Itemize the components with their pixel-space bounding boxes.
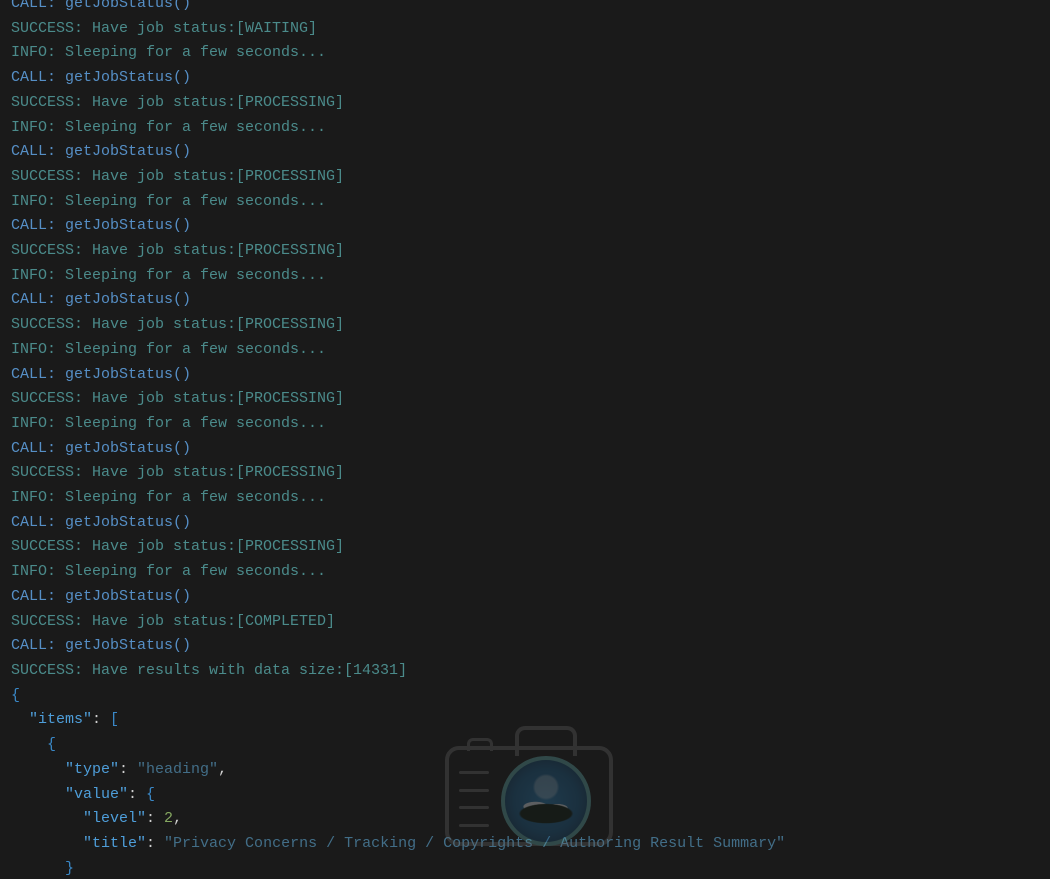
json-line: "type": "heading", [11,758,1050,783]
log-line-success: SUCCESS: Have job status:[PROCESSING] [11,461,1050,486]
json-line: } [11,857,1050,879]
log-line-success: SUCCESS: Have job status:[WAITING] [11,17,1050,42]
log-line-info: INFO: Sleeping for a few seconds... [11,41,1050,66]
json-brace: { [47,736,56,753]
indent [11,736,47,753]
indent [11,761,65,778]
colon: : [146,810,164,827]
log-line-success: SUCCESS: Have job status:[PROCESSING] [11,239,1050,264]
log-line-info: INFO: Sleeping for a few seconds... [11,190,1050,215]
colon: : [92,711,110,728]
log-line-info: INFO: Sleeping for a few seconds... [11,116,1050,141]
colon: : [146,835,164,852]
json-value-level: 2 [164,810,173,827]
indent [11,786,65,803]
json-brace: { [146,786,155,803]
log-line-call: CALL: getJobStatus() [11,214,1050,239]
json-key-type: "type" [65,761,119,778]
json-line: "level": 2, [11,807,1050,832]
log-line-success: SUCCESS: Have job status:[PROCESSING] [11,387,1050,412]
json-value-type: "heading" [137,761,218,778]
json-key-level: "level" [83,810,146,827]
indent [11,860,65,877]
log-line-call: CALL: getJobStatus() [11,0,1050,17]
json-brace: { [11,687,20,704]
log-line-success: SUCCESS: Have job status:[PROCESSING] [11,535,1050,560]
json-line: "value": { [11,783,1050,808]
indent [11,835,83,852]
log-line-success: SUCCESS: Have results with data size:[14… [11,659,1050,684]
log-line-success: SUCCESS: Have job status:[COMPLETED] [11,610,1050,635]
log-line-call: CALL: getJobStatus() [11,288,1050,313]
log-line-success: SUCCESS: Have job status:[PROCESSING] [11,91,1050,116]
log-line-call: CALL: getJobStatus() [11,511,1050,536]
log-line-call: CALL: getJobStatus() [11,585,1050,610]
comma: , [173,810,182,827]
json-key-title: "title" [83,835,146,852]
log-line-info: INFO: Sleeping for a few seconds... [11,412,1050,437]
log-line-success: SUCCESS: Have job status:[PROCESSING] [11,313,1050,338]
json-key-items: "items" [29,711,92,728]
colon: : [119,761,137,778]
json-line: "items": [ [11,708,1050,733]
log-line-call: CALL: getJobStatus() [11,437,1050,462]
log-line-call: CALL: getJobStatus() [11,66,1050,91]
json-brace: } [65,860,74,877]
json-key-value: "value" [65,786,128,803]
comma: , [218,761,227,778]
log-line-call: CALL: getJobStatus() [11,634,1050,659]
log-line-success: SUCCESS: Have job status:[PROCESSING] [11,165,1050,190]
colon: : [128,786,146,803]
log-line-call: CALL: getJobStatus() [11,140,1050,165]
log-line-info: INFO: Sleeping for a few seconds... [11,486,1050,511]
json-line: "title": "Privacy Concerns / Tracking / … [11,832,1050,857]
log-line-call: CALL: getJobStatus() [11,363,1050,388]
log-line-info: INFO: Sleeping for a few seconds... [11,338,1050,363]
indent [11,711,29,728]
json-line: { [11,733,1050,758]
indent [11,810,83,827]
json-bracket: [ [110,711,119,728]
json-value-title: "Privacy Concerns / Tracking / Copyright… [164,835,785,852]
log-line-info: INFO: Sleeping for a few seconds... [11,264,1050,289]
terminal-output[interactable]: CALL: getJobStatus()SUCCESS: Have job st… [11,0,1050,879]
json-line: { [11,684,1050,709]
log-line-info: INFO: Sleeping for a few seconds... [11,560,1050,585]
